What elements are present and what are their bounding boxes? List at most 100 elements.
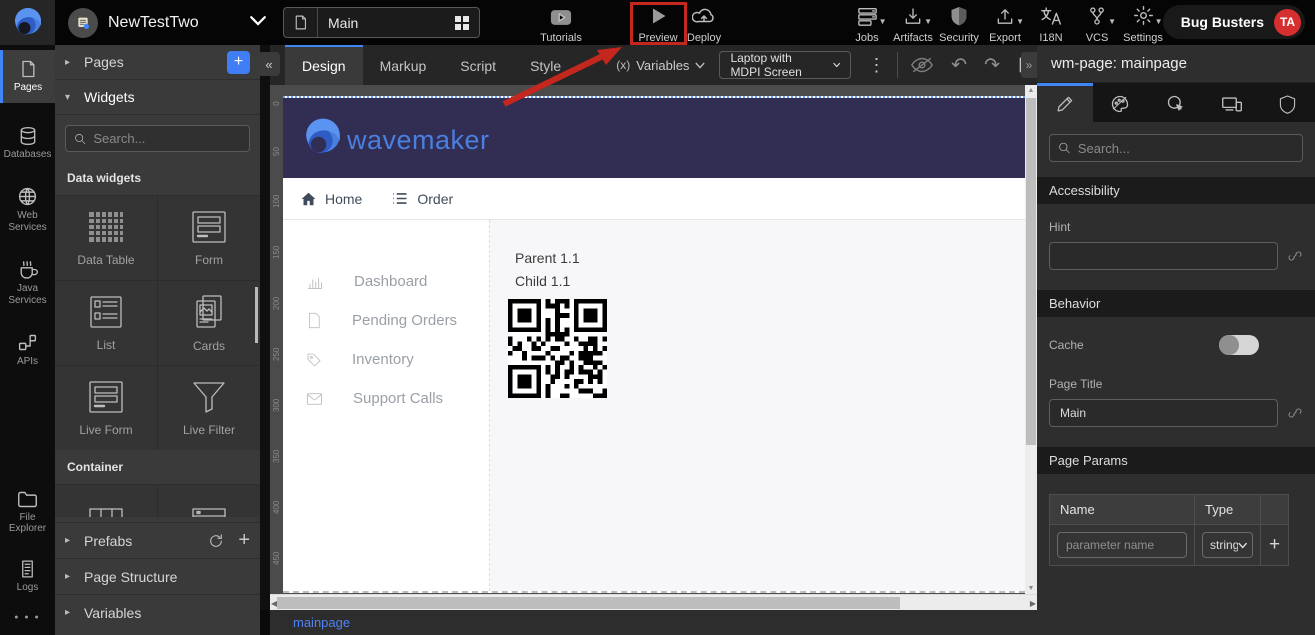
team-button[interactable]: Bug Busters TA xyxy=(1163,5,1305,39)
nav-item-home[interactable]: Home xyxy=(301,191,362,207)
preview-label: Preview xyxy=(638,32,677,44)
widget-live-form-label: Live Form xyxy=(79,423,132,437)
canvas-vertical-scrollbar[interactable]: ▲ ▼ xyxy=(1025,85,1037,594)
user-avatar[interactable]: TA xyxy=(1274,9,1301,36)
project-chevron-icon[interactable] xyxy=(249,14,267,32)
menu-inventory-label: Inventory xyxy=(352,351,414,368)
widget-live-form[interactable]: Live Form xyxy=(55,366,157,450)
widget-layout[interactable] xyxy=(55,485,157,517)
tab-events[interactable] xyxy=(1148,83,1204,122)
expand-panel-button[interactable]: » xyxy=(1021,52,1037,78)
sidebar-item-file-explorer[interactable]: File Explorer xyxy=(0,481,55,544)
tab-style[interactable]: Style xyxy=(513,45,578,85)
scroll-down-icon[interactable]: ▼ xyxy=(1025,585,1037,592)
menu-item-dashboard[interactable]: Dashboard xyxy=(283,262,489,301)
properties-tabs xyxy=(1037,83,1315,122)
widget-form[interactable]: Form xyxy=(158,196,260,280)
undo-icon[interactable]: ↶ xyxy=(951,54,967,77)
cache-toggle[interactable] xyxy=(1219,335,1259,355)
widget-list-label: List xyxy=(97,338,116,352)
param-type-select[interactable]: string xyxy=(1202,532,1253,558)
add-prefab-button[interactable]: + xyxy=(238,529,250,552)
widgets-section-header[interactable]: ▾ Widgets xyxy=(55,80,260,115)
tab-properties[interactable] xyxy=(1037,83,1093,122)
collapse-panel-button[interactable]: « xyxy=(258,52,280,76)
page-nav-bar: Home Order xyxy=(283,178,1025,220)
tab-design[interactable]: Design xyxy=(285,45,363,85)
tutorials-button[interactable]: Tutorials xyxy=(532,4,590,44)
ruler-mark: 0 xyxy=(272,98,281,109)
palette-icon xyxy=(1110,94,1130,114)
menu-item-pending-orders[interactable]: Pending Orders xyxy=(283,301,489,340)
canvas-toolbar: Design Markup Script Style (x) Variables… xyxy=(270,45,1037,85)
ruler-mark: 150 xyxy=(272,248,281,259)
scroll-right-icon[interactable]: ▶ xyxy=(1030,599,1036,608)
menu-item-support-calls[interactable]: Support Calls xyxy=(283,379,489,418)
tab-security[interactable] xyxy=(1259,83,1315,122)
form-icon xyxy=(189,209,229,245)
page-preview[interactable]: wavemaker Home Order Dashboard xyxy=(283,96,1025,593)
ruler-mark: 300 xyxy=(272,401,281,412)
widget-panel[interactable] xyxy=(158,485,260,517)
page-selector[interactable]: Main xyxy=(283,7,480,38)
sidebar-item-logs[interactable]: Logs xyxy=(0,550,55,603)
page-grid-icon[interactable] xyxy=(445,15,479,31)
variables-dropdown[interactable]: (x) Variables xyxy=(616,45,705,85)
widget-search-input[interactable] xyxy=(93,131,241,146)
param-name-input[interactable] xyxy=(1057,532,1187,558)
app-logo[interactable] xyxy=(0,0,55,45)
sidebar-item-web-services[interactable]: Web Services xyxy=(0,177,55,242)
redo-icon[interactable]: ↷ xyxy=(984,54,1000,77)
properties-search-box xyxy=(1049,134,1303,162)
project-switcher[interactable]: NewTestTwo xyxy=(68,0,267,45)
sidebar-item-java-services[interactable]: Java Services xyxy=(0,250,55,315)
device-selector[interactable]: Laptop with MDPI Screen xyxy=(719,51,851,79)
ruler-mark: 50 xyxy=(272,146,281,157)
scroll-up-icon[interactable]: ▲ xyxy=(1025,87,1037,94)
properties-search-input[interactable] xyxy=(1078,141,1294,156)
sidebar-item-apis[interactable]: APIs xyxy=(0,323,55,377)
refresh-icon[interactable] xyxy=(208,533,224,549)
page-title-bind-icon[interactable] xyxy=(1287,405,1303,421)
prefabs-section-header[interactable]: ▸ Prefabs + xyxy=(55,522,260,558)
horizontal-scroll-thumb[interactable] xyxy=(277,597,900,609)
tab-markup[interactable]: Markup xyxy=(363,45,444,85)
hint-input[interactable] xyxy=(1049,242,1278,270)
java-services-icon xyxy=(17,259,39,280)
menu-item-inventory[interactable]: Inventory xyxy=(283,340,489,379)
tab-script[interactable]: Script xyxy=(443,45,513,85)
tab-styles[interactable] xyxy=(1093,83,1149,122)
variables-dropdown-label: Variables xyxy=(636,58,689,73)
hide-preview-icon[interactable] xyxy=(910,56,934,74)
widget-live-filter[interactable]: Live Filter xyxy=(158,366,260,450)
hint-bind-icon[interactable] xyxy=(1287,248,1303,264)
widget-data-table[interactable]: Data Table xyxy=(55,196,157,280)
i18n-label: I18N xyxy=(1039,32,1062,44)
page-structure-section-header[interactable]: ▸ Page Structure xyxy=(55,558,260,594)
page-header[interactable]: wavemaker xyxy=(283,98,1025,178)
add-param-button[interactable]: + xyxy=(1261,525,1288,565)
widget-list[interactable]: List xyxy=(55,281,157,365)
sidebar-item-pages[interactable]: Pages xyxy=(0,50,55,103)
pages-section-header[interactable]: ▸ Pages + xyxy=(55,45,260,80)
add-page-button[interactable]: + xyxy=(227,51,250,74)
sidebar-item-databases[interactable]: Databases xyxy=(0,117,55,170)
preview-icon xyxy=(648,4,668,26)
canvas-horizontal-scrollbar[interactable]: ◀ ▶ xyxy=(270,594,1037,610)
sidebar-spacer xyxy=(0,377,55,481)
apis-icon xyxy=(17,332,38,353)
nav-item-order[interactable]: Order xyxy=(392,191,453,207)
open-page-tab-mainpage[interactable]: mainpage xyxy=(293,615,350,630)
page-title-label: Page Title xyxy=(1049,377,1303,391)
artifacts-label: Artifacts xyxy=(893,32,933,44)
vcs-branch-icon: ▼ xyxy=(1087,4,1107,26)
tab-devices[interactable] xyxy=(1204,83,1260,122)
canvas-more-menu[interactable]: ⋮ xyxy=(867,60,885,71)
left-panel-scrollbar[interactable] xyxy=(255,287,258,343)
sidebar-more-icon[interactable]: ● ● ● xyxy=(0,602,55,635)
page-title-input[interactable] xyxy=(1049,399,1278,427)
variables-section-header[interactable]: ▸ Variables xyxy=(55,594,260,630)
deploy-button[interactable]: Deploy xyxy=(675,4,733,44)
vertical-scroll-thumb[interactable] xyxy=(1026,98,1036,445)
widget-cards[interactable]: Cards xyxy=(158,281,260,365)
